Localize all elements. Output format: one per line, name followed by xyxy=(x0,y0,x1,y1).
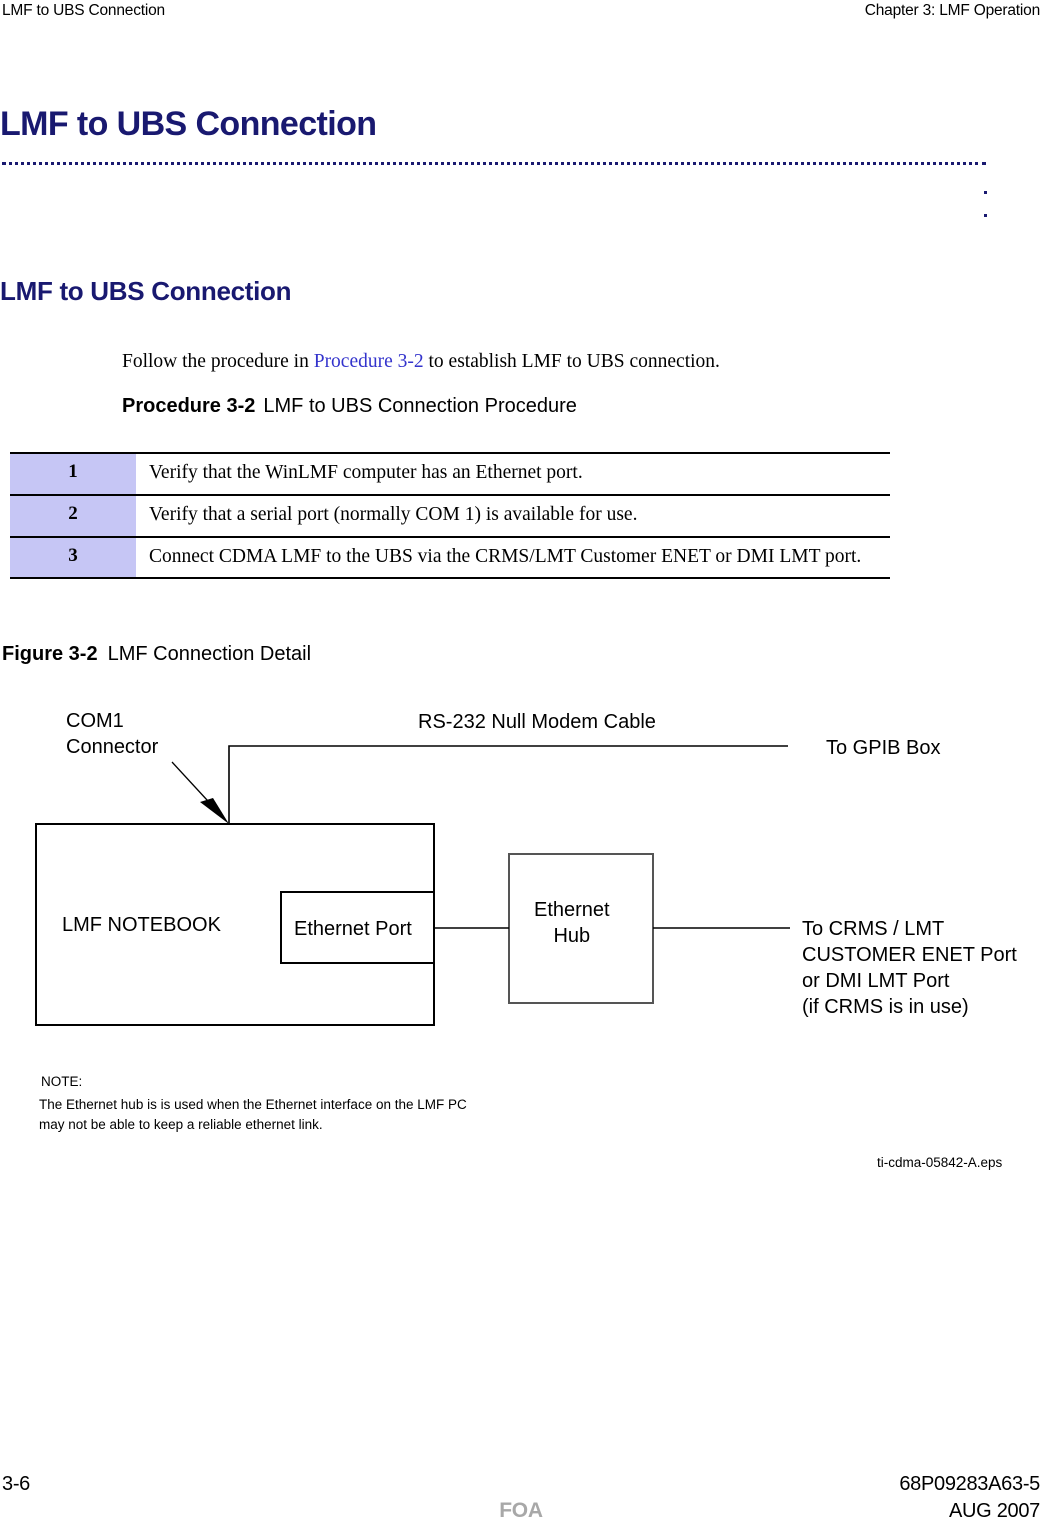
paragraph-text-after: to establish LMF to UBS connection. xyxy=(423,351,720,372)
title-dotted-rule xyxy=(2,162,986,166)
gpib-box-label: To GPIB Box xyxy=(826,737,941,759)
com1-arrowhead-icon xyxy=(200,798,229,824)
decorative-dot xyxy=(984,214,987,217)
table-row: 1 Verify that the WinLMF computer has an… xyxy=(10,453,890,495)
section-heading: LMF to UBS Connection xyxy=(0,276,292,306)
connection-diagram: COM1 Connector RS-232 Null Modem Cable T… xyxy=(0,690,1042,1190)
step-number: 2 xyxy=(10,494,136,537)
paragraph-text-before: Follow the procedure in xyxy=(122,351,314,372)
rs232-cable-label: RS-232 Null Modem Cable xyxy=(418,711,656,733)
step-description: Verify that a serial port (normally COM … xyxy=(149,503,638,525)
footer-date: AUG 2007 xyxy=(949,1500,1040,1522)
com1-connector-label: COM1 Connector xyxy=(66,710,159,758)
decorative-dot xyxy=(984,191,987,194)
procedure-cross-reference-link[interactable]: Procedure 3-2 xyxy=(314,351,424,372)
step-number: 1 xyxy=(10,453,136,495)
footer-status-watermark: FOA xyxy=(499,1499,543,1522)
procedure-table: 1 Verify that the WinLMF computer has an… xyxy=(10,452,890,579)
table-row: 3 Connect CDMA LMF to the UBS via the CR… xyxy=(10,536,890,579)
running-head-right: Chapter 3: LMF Operation xyxy=(864,2,1040,19)
page-title: LMF to UBS Connection xyxy=(0,105,377,143)
body-paragraph: Follow the procedure in Procedure 3-2 to… xyxy=(122,351,720,373)
figure-caption: Figure 3-2 LMF Connection Detail xyxy=(2,643,311,666)
procedure-caption: Procedure 3-2 LMF to UBS Connection Proce… xyxy=(122,395,577,418)
ethernet-port-label: Ethernet Port xyxy=(294,918,412,940)
figure-caption-text: LMF Connection Detail xyxy=(107,643,312,665)
table-row: 2 Verify that a serial port (normally CO… xyxy=(10,494,890,537)
footer-page-number: 3-6 xyxy=(2,1473,31,1495)
footer-document-number: 68P09283A63-5 xyxy=(899,1473,1040,1495)
step-number: 3 xyxy=(10,536,136,579)
running-head-left: LMF to UBS Connection xyxy=(2,2,165,19)
crms-lmt-label: To CRMS / LMT CUSTOMER ENET Port or DMI … xyxy=(802,918,1017,1018)
rs232-cable-line xyxy=(228,745,788,824)
lmf-notebook-label: LMF NOTEBOOK xyxy=(62,914,221,936)
step-description: Verify that the WinLMF computer has an E… xyxy=(149,462,583,483)
figure-caption-label: Figure 3-2 xyxy=(2,643,98,665)
figure-note-title: NOTE: xyxy=(41,1074,83,1089)
running-head: LMF to UBS Connection Chapter 3: LMF Ope… xyxy=(0,0,1042,26)
procedure-caption-text: LMF to UBS Connection Procedure xyxy=(263,395,577,417)
figure-note-body: The Ethernet hub is is used when the Eth… xyxy=(39,1097,467,1132)
ethernet-hub-label: Ethernet Hub xyxy=(534,899,610,947)
procedure-caption-label: Procedure 3-2 xyxy=(122,395,256,417)
step-description: Connect CDMA LMF to the UBS via the CRMS… xyxy=(149,545,862,567)
figure-source-filename: ti-cdma-05842-A.eps xyxy=(877,1155,1003,1170)
